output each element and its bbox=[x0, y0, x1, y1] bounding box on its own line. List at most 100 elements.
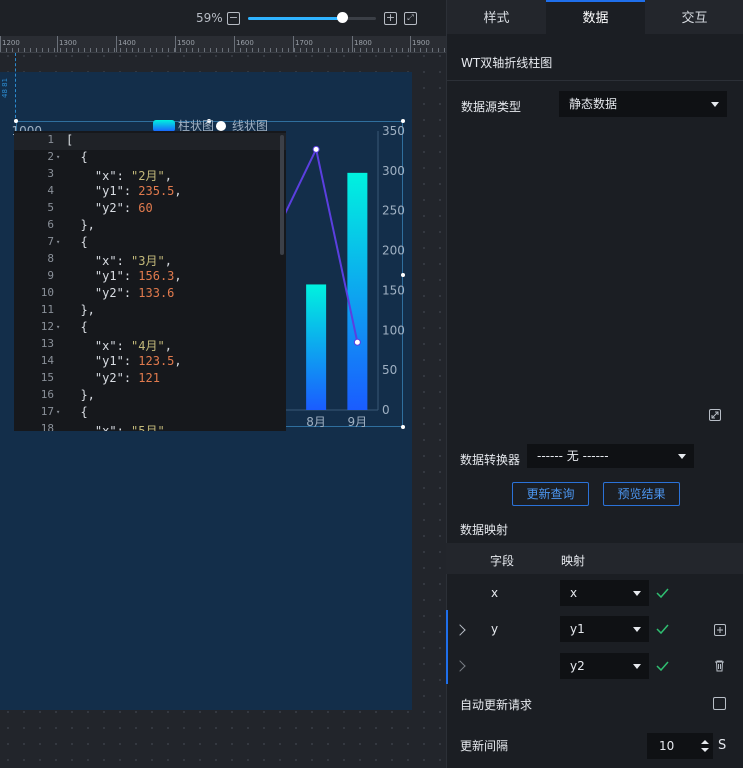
line-number: 8 bbox=[47, 252, 54, 265]
zoom-out-icon[interactable]: − bbox=[227, 12, 240, 25]
line-number: 12 bbox=[40, 320, 54, 333]
interval-label: 更新间隔 bbox=[460, 739, 509, 753]
code-line: "y2": 121 bbox=[94, 371, 160, 385]
refresh-query-button[interactable]: 更新查询 bbox=[512, 482, 589, 506]
code-line: { bbox=[66, 150, 88, 164]
mapping-field-x: x bbox=[491, 586, 499, 600]
ruler-tick: 1400 bbox=[116, 36, 136, 52]
mapping-field-y: y bbox=[491, 622, 499, 636]
zoom-slider-fill bbox=[248, 17, 343, 20]
editor-scrollbar[interactable] bbox=[280, 135, 284, 255]
tab-style[interactable]: 样式 bbox=[447, 0, 546, 34]
mapping-title: 数据映射 bbox=[460, 523, 509, 537]
ruler-minor-ticks bbox=[0, 48, 446, 52]
ruler-tick: 1900 bbox=[410, 36, 430, 52]
code-line: "x": "2月", bbox=[94, 169, 172, 183]
code-line: "y1": 156.3, bbox=[94, 269, 182, 283]
auto-update-checkbox[interactable] bbox=[713, 697, 726, 710]
mapping-value: x bbox=[570, 586, 578, 600]
mapping-select-y1[interactable]: y1 bbox=[560, 616, 649, 642]
line-number: 11 bbox=[40, 303, 54, 316]
mapping-table-header: 字段 映射 bbox=[446, 543, 743, 574]
y-right-tick-label: 150 bbox=[382, 283, 405, 297]
check-icon bbox=[656, 661, 669, 672]
code-line: { bbox=[66, 235, 88, 249]
line-point bbox=[312, 145, 320, 153]
datasource-select-value: 静态数据 bbox=[569, 97, 618, 111]
preview-result-button[interactable]: 预览结果 bbox=[603, 482, 680, 506]
interval-input[interactable]: 10 bbox=[647, 733, 713, 759]
code-line: }, bbox=[66, 303, 95, 317]
line-number: 6 bbox=[47, 218, 54, 231]
chevron-down-icon bbox=[633, 591, 641, 596]
bar bbox=[306, 284, 327, 410]
fold-icon[interactable]: ▾ bbox=[56, 408, 60, 416]
check-icon bbox=[656, 624, 669, 635]
line-number: 1 bbox=[47, 133, 54, 146]
horizontal-ruler: 1200 1300 1400 1500 1600 1700 1800 1900 bbox=[0, 36, 446, 53]
transformer-label: 数据转换器 bbox=[460, 453, 521, 467]
chevron-down-icon bbox=[711, 102, 719, 107]
trash-icon[interactable] bbox=[713, 659, 726, 672]
code-line: "y1": 123.5, bbox=[94, 354, 182, 368]
column-field: 字段 bbox=[490, 554, 515, 568]
ruler-tick: 1800 bbox=[352, 36, 372, 52]
zoom-toolbar: 59% − + ⤢ bbox=[0, 0, 446, 36]
zoom-in-icon[interactable]: + bbox=[384, 12, 397, 25]
code-line: "y1": 235.5, bbox=[94, 184, 182, 198]
panel-tabs: 样式 数据 交互 bbox=[447, 0, 743, 34]
transformer-select-value: ------ 无 ------ bbox=[537, 449, 609, 463]
fold-icon[interactable]: ▾ bbox=[56, 153, 60, 161]
ruler-tick: 1200 bbox=[0, 36, 20, 52]
line-point bbox=[353, 338, 361, 346]
line-number: 17 bbox=[40, 405, 54, 418]
fit-screen-icon[interactable]: ⤢ bbox=[404, 12, 417, 25]
code-line: { bbox=[66, 320, 88, 334]
fold-icon[interactable]: ▾ bbox=[56, 238, 60, 246]
line-number: 2 bbox=[47, 150, 54, 163]
fold-icon[interactable]: ▾ bbox=[56, 323, 60, 331]
datasource-select[interactable]: 静态数据 bbox=[559, 91, 727, 117]
line-number: 5 bbox=[47, 201, 54, 214]
y-right-tick-label: 50 bbox=[382, 363, 397, 377]
y-right-tick-label: 300 bbox=[382, 164, 405, 178]
chevron-down-icon bbox=[633, 664, 641, 669]
line-number: 4 bbox=[47, 184, 54, 197]
line-number: 3 bbox=[47, 167, 54, 180]
x-tick-label: 8月 bbox=[306, 415, 326, 429]
expand-icon[interactable] bbox=[709, 409, 721, 421]
add-icon[interactable] bbox=[714, 624, 726, 636]
code-line: "y2": 133.6 bbox=[94, 286, 175, 300]
line-number: 15 bbox=[40, 371, 54, 384]
transformer-select[interactable]: ------ 无 ------ bbox=[527, 444, 694, 468]
y-right-tick-label: 100 bbox=[382, 323, 405, 337]
ruler-tick: 1600 bbox=[234, 36, 254, 52]
auto-update-label: 自动更新请求 bbox=[460, 698, 533, 712]
code-line: }, bbox=[66, 388, 95, 402]
interval-unit: S bbox=[718, 738, 727, 753]
code-line: { bbox=[66, 405, 88, 419]
line-number: 14 bbox=[40, 354, 54, 367]
bar bbox=[347, 172, 368, 410]
line-number: 18 bbox=[40, 422, 54, 431]
zoom-slider-handle[interactable] bbox=[337, 12, 349, 23]
tab-data[interactable]: 数据 bbox=[546, 0, 645, 34]
code-line: "x": "5月" bbox=[94, 424, 165, 431]
ruler-tick: 1500 bbox=[175, 36, 195, 52]
zoom-slider[interactable] bbox=[248, 17, 376, 20]
mapping-select-x[interactable]: x bbox=[560, 580, 649, 606]
divider bbox=[447, 80, 743, 81]
json-editor[interactable]: 1[2 ▾ {3 "x": "2月", 4 "y1": 235.5, 5 "y2": … bbox=[14, 131, 286, 431]
active-row-indicator bbox=[446, 610, 448, 684]
component-title: WT双轴折线柱图 bbox=[461, 56, 553, 70]
column-map: 映射 bbox=[561, 554, 586, 568]
ruler-tick: 1700 bbox=[293, 36, 313, 52]
stepper-icon[interactable] bbox=[701, 739, 709, 753]
mapping-select-y2[interactable]: y2 bbox=[560, 653, 649, 679]
chevron-down-icon bbox=[633, 627, 641, 632]
code-line: "y2": 60 bbox=[94, 201, 153, 215]
y-right-tick-label: 200 bbox=[382, 244, 405, 258]
tab-interaction[interactable]: 交互 bbox=[645, 0, 743, 34]
chevron-down-icon bbox=[678, 454, 686, 459]
y-right-tick-label: 0 bbox=[382, 403, 390, 417]
